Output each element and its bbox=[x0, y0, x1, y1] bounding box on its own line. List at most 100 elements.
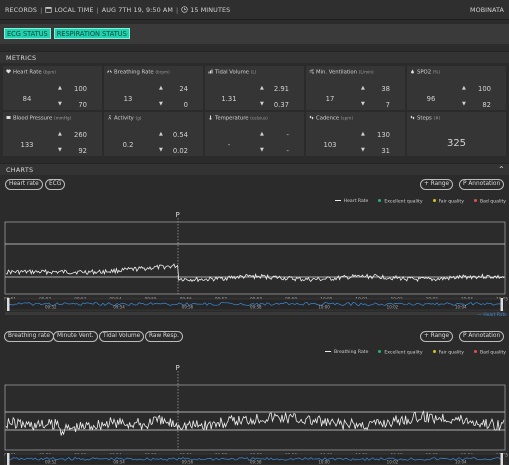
spo2-min: 82 bbox=[482, 101, 491, 109]
metric-label: Heart Rate (bpm) bbox=[6, 69, 56, 76]
navigator-tick-label: 09:56 bbox=[182, 460, 194, 465]
navigator-tick-label: 09:54 bbox=[113, 305, 125, 310]
annotation-button[interactable]: P Annotation bbox=[459, 331, 505, 342]
arrow-up-icon: ▲ bbox=[361, 131, 365, 137]
metric-blood-pressure[interactable]: Blood Pressure (mmHg) 133 ▲ ▼ 260 92 bbox=[3, 112, 102, 156]
breathing-rate-plot[interactable]: P09:5109:5209:5309:5409:5509:5609:5709:5… bbox=[0, 359, 509, 465]
footsteps-icon bbox=[410, 115, 415, 120]
activity-unit: (g) bbox=[135, 115, 142, 121]
gauge-icon bbox=[6, 116, 11, 119]
metric-min-ventilation[interactable]: Min. Ventilation (L/min) 17 ▲ ▼ 38 7 bbox=[306, 66, 405, 110]
navigator-handle-right[interactable] bbox=[500, 453, 504, 465]
calendar-icon bbox=[45, 7, 53, 13]
metric-label: Temperature (celsius) bbox=[208, 115, 268, 122]
min-ventilation-min: 7 bbox=[385, 101, 390, 109]
legend-excellent: Excellent quality bbox=[378, 350, 423, 355]
navigator-tick-label: 10:04 bbox=[455, 460, 467, 465]
breathing-rate-label: Breathing Rate bbox=[114, 69, 154, 76]
heart-rate-chart-section: Heart rate ECG + Range P Annotation Hear… bbox=[0, 176, 509, 324]
tab-raw-resp[interactable]: Raw Resp. bbox=[145, 331, 183, 342]
annotation-button[interactable]: P Annotation bbox=[459, 179, 505, 190]
chart-legend: Heart Rate Excellent quality Fair qualit… bbox=[334, 199, 506, 205]
respiration-status-button[interactable]: RESPIRATION STATUS bbox=[53, 28, 130, 39]
arrow-up-icon: ▲ bbox=[58, 131, 62, 137]
tab-heart-rate[interactable]: Heart rate bbox=[5, 179, 43, 190]
arrow-down-icon: ▼ bbox=[462, 101, 466, 107]
arrow-down-icon: ▼ bbox=[260, 147, 264, 153]
arrow-up-icon: ▲ bbox=[159, 131, 163, 137]
navigator-handle-right[interactable] bbox=[500, 298, 504, 311]
tab-tidal-volume[interactable]: Tidal Volume bbox=[99, 331, 145, 342]
metric-activity[interactable]: Activity (g) 0.2 ▲ ▼ 0.54 0.02 bbox=[104, 112, 203, 156]
metrics-header: METRICS bbox=[0, 51, 509, 63]
records-link[interactable]: RECORDS bbox=[5, 6, 37, 14]
legend-bad: Bad quality bbox=[473, 199, 506, 204]
heart-rate-max: 100 bbox=[74, 85, 87, 93]
navigator-tick-label: 09:52 bbox=[45, 305, 57, 310]
tab-ecg[interactable]: ECG bbox=[45, 179, 66, 190]
navigator-tick-label: 09:58 bbox=[250, 460, 262, 465]
min-ventilation-label: Min. Ventilation bbox=[316, 69, 358, 76]
legend-breathing-rate: Breathing Rate bbox=[325, 350, 368, 355]
plot-frame bbox=[4, 384, 506, 451]
cadence-label: Cadence bbox=[316, 115, 340, 122]
navigator-handle-left[interactable] bbox=[7, 298, 10, 311]
breathing-rate-max: 24 bbox=[179, 85, 188, 93]
cadence-avg: 103 bbox=[323, 141, 337, 149]
metric-tidal-volume[interactable]: Tidal Volume (L) 1.31 ▲ ▼ 2.91 0.37 bbox=[205, 66, 304, 110]
arrow-down-icon: ▼ bbox=[260, 101, 264, 107]
temperature-unit: (celsius) bbox=[250, 115, 268, 121]
scrollbar[interactable] bbox=[5, 312, 505, 315]
heart-rate-unit: (bpm) bbox=[43, 69, 56, 75]
steps-label: Steps bbox=[417, 115, 432, 122]
top-bar: RECORDS | LOCAL TIME | AUG 7TH 19, 9:50 … bbox=[0, 0, 509, 20]
chevron-up-icon[interactable]: ⌃ bbox=[498, 164, 505, 176]
separator: | bbox=[40, 5, 43, 14]
range-button[interactable]: + Range bbox=[420, 179, 454, 190]
metric-breathing-rate[interactable]: Breathing Rate (brpm) 13 ▲ ▼ 24 0 bbox=[104, 66, 203, 110]
metric-steps[interactable]: Steps (#) 325 bbox=[407, 112, 506, 156]
breathing-rate-min: 0 bbox=[183, 101, 188, 109]
cadence-unit: (spm) bbox=[340, 115, 353, 121]
steps-value: 325 bbox=[446, 138, 467, 149]
navigator-handle-left[interactable] bbox=[7, 453, 10, 465]
spo2-unit: (%) bbox=[432, 69, 441, 75]
legend-heart-rate-text: Heart Rate bbox=[343, 199, 369, 205]
metric-label: Breathing Rate (brpm) bbox=[107, 69, 170, 76]
activity-avg: 0.2 bbox=[122, 141, 134, 149]
activity-max: 0.54 bbox=[172, 131, 188, 139]
arrow-up-icon: ▲ bbox=[260, 131, 264, 137]
legend-bad: Bad quality bbox=[473, 350, 506, 356]
metric-spo2[interactable]: SPO2 (%) 96 ▲ ▼ 100 82 bbox=[407, 66, 506, 110]
plot-frame bbox=[4, 221, 506, 295]
navigator-legend: — Heart Rate bbox=[477, 313, 507, 318]
ecg-status-button[interactable]: ECG STATUS bbox=[4, 28, 51, 39]
arrow-up-icon: ▲ bbox=[260, 85, 264, 91]
navigator-tick-label: 09:58 bbox=[250, 305, 262, 310]
min-ventilation-unit: (L/min) bbox=[358, 69, 374, 75]
arrow-up-icon: ▲ bbox=[159, 85, 163, 91]
metric-temperature[interactable]: Temperature (celsius) - ▲ ▼ - - bbox=[205, 112, 304, 156]
arrow-down-icon: ▼ bbox=[58, 101, 62, 107]
metrics-grid: Heart Rate (bpm) 84 ▲ ▼ 100 70 Breathing… bbox=[0, 64, 509, 160]
arrow-down-icon: ▼ bbox=[361, 147, 365, 153]
separator: | bbox=[96, 5, 99, 14]
session-duration: 15 MINUTES bbox=[190, 5, 231, 14]
annotation-marker[interactable]: P bbox=[176, 364, 180, 372]
legend-fair-text: Fair quality bbox=[438, 199, 464, 205]
metric-heart-rate[interactable]: Heart Rate (bpm) 84 ▲ ▼ 100 70 bbox=[3, 66, 102, 110]
drop-icon bbox=[411, 69, 414, 74]
bars-icon bbox=[208, 69, 213, 74]
metric-label: Activity (g) bbox=[107, 115, 141, 122]
metric-cadence[interactable]: Cadence (spm) 103 ▲ ▼ 130 31 bbox=[306, 112, 405, 156]
range-button[interactable]: + Range bbox=[420, 331, 454, 342]
annotation-marker[interactable]: P bbox=[176, 211, 180, 219]
tab-breathing-rate[interactable]: Breathing rate bbox=[4, 331, 54, 342]
metric-label: Tidal Volume (L) bbox=[208, 69, 256, 76]
heart-rate-plot[interactable]: P09:5109:5209:5309:5409:5509:5609:5709:5… bbox=[0, 208, 509, 320]
tab-minute-vent[interactable]: Minute Vent. bbox=[53, 331, 98, 342]
legend-bad-text: Bad quality bbox=[479, 350, 506, 356]
temperature-max: - bbox=[286, 131, 289, 139]
min-ventilation-max: 38 bbox=[381, 85, 390, 93]
navigator-label: Heart Rate bbox=[483, 313, 507, 318]
